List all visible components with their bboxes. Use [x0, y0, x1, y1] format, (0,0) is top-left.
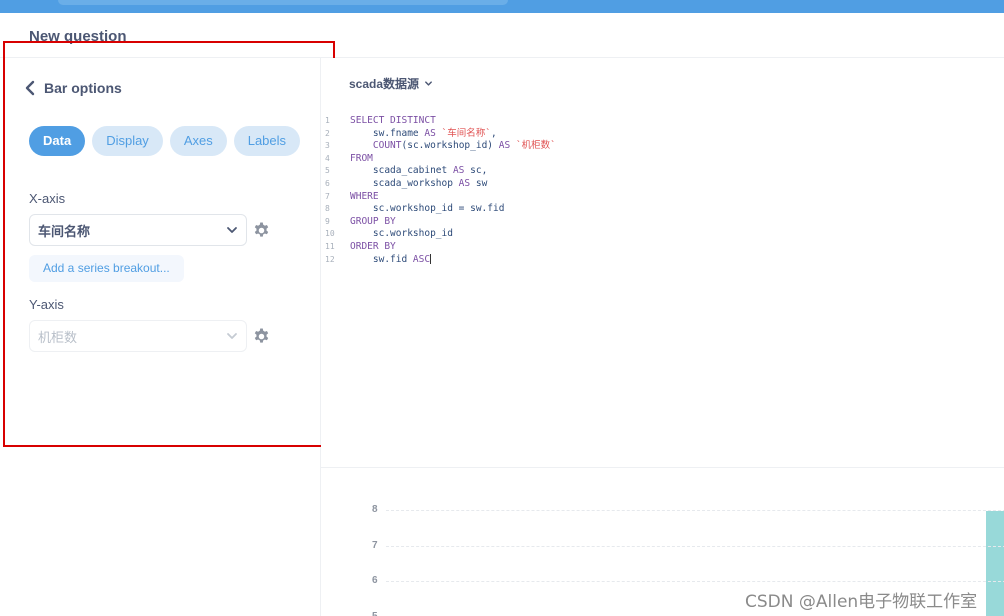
text-cursor [430, 254, 432, 265]
x-axis-select[interactable]: 车间名称 [29, 214, 247, 246]
code-token: ASC [412, 253, 431, 265]
code-line: 5 scada_cabinet AS sc, [325, 165, 556, 178]
code-token: sw.fid [350, 253, 413, 265]
line-number: 1 [325, 116, 330, 125]
code-line: 7 WHERE [325, 191, 556, 204]
top-nav-bar [0, 0, 1004, 13]
code-text: sw.fid ASC [350, 253, 432, 267]
gridline [386, 510, 1004, 511]
code-text: GROUP BY [350, 216, 396, 229]
y-axis-label: Y-axis [29, 297, 64, 312]
code-token: scada_cabinet [350, 165, 453, 177]
chevron-down-icon [227, 227, 237, 233]
chevron-left-icon [25, 80, 35, 96]
y-tick-label: 8 [372, 504, 378, 515]
code-token: GROUP BY [350, 215, 396, 227]
code-line: 4 FROM [325, 153, 556, 166]
question-header: New question [0, 13, 1004, 58]
tab-data[interactable]: Data [29, 126, 86, 156]
code-text: ORDER BY [350, 241, 396, 254]
code-line: 6 scada_workshop AS sw [325, 178, 556, 191]
code-token: SELECT DISTINCT [350, 115, 436, 126]
code-token: ORDER BY [350, 240, 396, 252]
settings-tabs: Data Display Axes Labels [29, 126, 307, 156]
line-number: 3 [325, 141, 330, 151]
page-title: New question [29, 28, 127, 45]
sql-code-editor[interactable]: 1 SELECT DISTINCT 2 sw.fname AS `车间名称`, 3 C… [325, 115, 556, 266]
chart-bar [986, 511, 1004, 616]
code-token: AS [458, 177, 471, 189]
chart-settings-sidebar: Bar options Data Display Axes Labels X-a… [0, 58, 321, 616]
line-number: 12 [325, 254, 335, 264]
database-name: scada数据源 [349, 77, 420, 91]
y-tick-label: 7 [372, 539, 378, 551]
bar-options-back-button[interactable]: Bar options [23, 80, 122, 96]
watermark: CSDN @Allen电子物联工作室 [745, 592, 978, 612]
code-token: sw.fname [350, 127, 425, 139]
code-line: 9 GROUP BY [325, 216, 556, 229]
code-token: sc.workshop_id = sw.fid [350, 203, 505, 215]
gridline [386, 545, 1004, 547]
code-text: sc.workshop_id = sw.fid [350, 203, 505, 216]
code-token: sw [470, 177, 488, 189]
line-number: 11 [325, 241, 335, 251]
code-token: sc.workshop_id [350, 228, 453, 240]
code-token: AS [498, 140, 511, 152]
code-line: 2 sw.fname AS `车间名称`, [325, 128, 556, 141]
code-text: COUNT(sc.workshop_id) AS `机柜数` [350, 140, 556, 153]
code-text: sw.fname AS `车间名称`, [350, 128, 497, 141]
line-number: 2 [325, 128, 330, 138]
tab-axes[interactable]: Axes [169, 126, 227, 156]
code-token: AS [424, 127, 436, 139]
line-number: 5 [325, 166, 330, 176]
line-number: 9 [325, 216, 330, 226]
code-token: FROM [350, 152, 373, 164]
line-number: 7 [325, 191, 330, 201]
line-number: 4 [325, 153, 330, 163]
y-tick-label: 6 [372, 575, 378, 586]
chevron-down-icon [227, 333, 237, 339]
code-line: 8 sc.workshop_id = sw.fid [325, 203, 556, 216]
gridline [386, 581, 1004, 582]
x-axis-label: X-axis [29, 191, 66, 206]
line-number: 10 [325, 229, 335, 239]
code-token: , [490, 127, 497, 139]
code-token: `车间名称` [435, 127, 491, 139]
native-query-editor: scada数据源 1 SELECT DISTINCT 2 sw.fname AS `… [321, 58, 1004, 468]
y-axis-value: 机柜数 [38, 329, 78, 345]
code-token: sc, [464, 165, 488, 177]
x-axis-gear-icon[interactable] [253, 222, 270, 239]
nav-search-bar[interactable] [58, 0, 508, 5]
tab-display[interactable]: Display [92, 126, 163, 156]
code-line: 10 sc.workshop_id [325, 228, 556, 241]
code-token: `机柜数` [510, 140, 556, 152]
line-number: 8 [325, 204, 330, 214]
y-axis-select[interactable]: 机柜数 [29, 320, 247, 352]
code-text: scada_workshop AS sw [350, 178, 487, 191]
y-tick-label: 5 [372, 610, 378, 616]
code-line: 1 SELECT DISTINCT [325, 115, 556, 128]
line-number: 6 [325, 178, 330, 188]
y-axis-gear-icon[interactable] [253, 328, 270, 345]
code-line: 12 sw.fid ASC [325, 254, 556, 267]
code-text: WHERE [350, 191, 379, 204]
x-axis-value: 车间名称 [38, 223, 91, 239]
code-token: AS [452, 165, 465, 177]
code-text: SELECT DISTINCT [350, 115, 436, 128]
add-series-breakout-button[interactable]: Add a series breakout... [29, 255, 184, 282]
code-text: sc.workshop_id [350, 228, 453, 241]
code-token: COUNT [372, 140, 402, 152]
code-text: scada_cabinet AS sc, [350, 165, 487, 178]
code-token: scada_workshop [350, 177, 459, 189]
code-text: FROM [350, 153, 373, 166]
code-token: (sc.workshop_id) [401, 140, 499, 152]
bar-options-label: Bar options [44, 80, 122, 96]
tab-labels[interactable]: Labels [233, 126, 301, 156]
chevron-down-icon [425, 81, 432, 86]
code-line: 3 COUNT(sc.workshop_id) AS `机柜数` [325, 140, 556, 153]
code-token: WHERE [350, 190, 379, 202]
database-picker[interactable]: scada数据源 [349, 75, 433, 92]
code-line: 11 ORDER BY [325, 241, 556, 254]
